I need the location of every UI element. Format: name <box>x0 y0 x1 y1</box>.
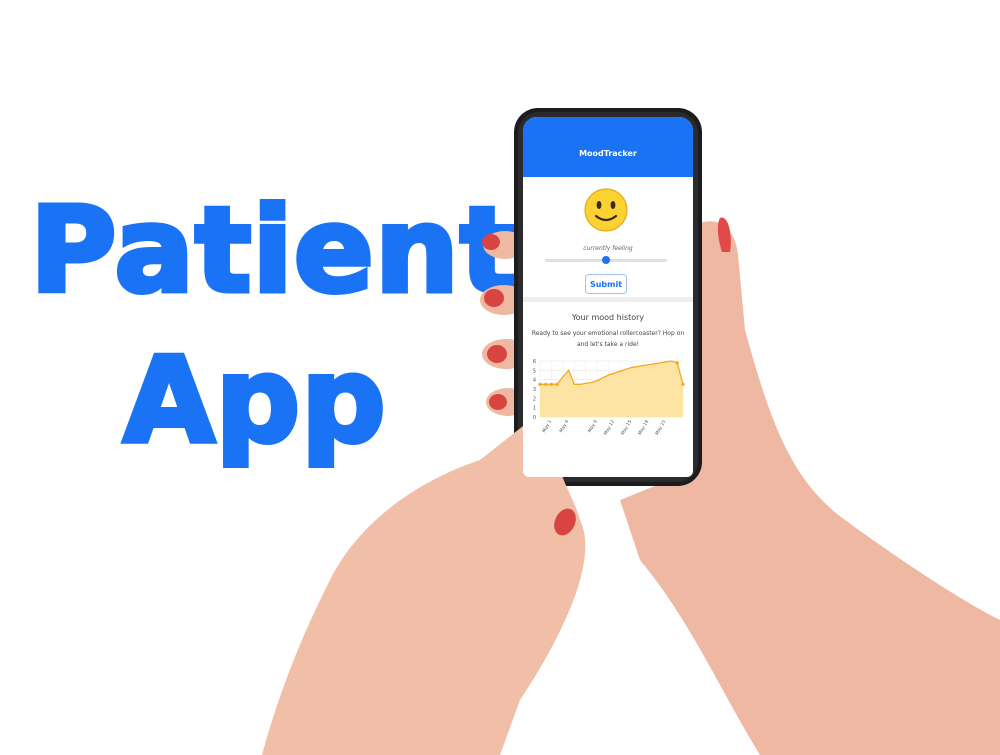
chart-x-tick-label: May 12 <box>603 419 616 436</box>
chart-y-tick-label: 0 <box>533 415 536 421</box>
chart-x-tick-label: May 21 <box>654 419 667 436</box>
history-title: Your mood history <box>571 313 645 322</box>
chart-x-tick-label: May 1 <box>541 419 553 434</box>
chart-x-tick-label: May 15 <box>620 419 633 436</box>
mood-history-chart: 0 1 2 3 4 5 6 May 1 May 4 May 9 May 12 May 15 May 18… <box>533 359 685 436</box>
nail <box>482 234 500 250</box>
chart-data-point <box>549 382 554 386</box>
mood-slider[interactable] <box>545 256 667 264</box>
chart-y-tick-label: 4 <box>533 378 536 384</box>
app-header: MoodTracker <box>523 117 693 177</box>
chart-y-tick-label: 5 <box>533 368 536 374</box>
submit-button[interactable]: Submit <box>585 274 627 294</box>
chart-data-point <box>544 382 548 386</box>
chart-data-point <box>555 382 559 386</box>
nail <box>489 394 507 410</box>
history-subtitle: Ready to see your emotional rollercoaste… <box>531 330 685 348</box>
nail <box>484 289 504 307</box>
chart-x-tick-label: May 4 <box>558 419 570 434</box>
hands-holding-phone-illustration <box>262 108 1000 755</box>
chart-x-tick-label: May 9 <box>587 419 599 434</box>
chart-data-point <box>681 382 685 386</box>
nail <box>487 345 507 363</box>
chart-data-point <box>675 361 679 365</box>
phone-screen: MoodTracker currently feeling Submit You… <box>523 117 693 477</box>
app-title: MoodTracker <box>579 149 637 158</box>
mood-slider-thumb[interactable] <box>602 256 610 264</box>
chart-y-tick-label: 1 <box>533 406 536 412</box>
chart-data-point <box>538 382 542 386</box>
slightly-smiling-face-icon <box>584 188 628 232</box>
chart-x-tick-label: May 18 <box>637 419 650 436</box>
chart-area-fill <box>540 361 683 417</box>
chart-y-tick-label: 6 <box>533 359 536 365</box>
chart-y-tick-label: 2 <box>533 396 536 402</box>
chart-y-tick-label: 3 <box>533 387 536 393</box>
feeling-label: currently feeling <box>583 245 633 252</box>
section-divider <box>523 297 693 302</box>
